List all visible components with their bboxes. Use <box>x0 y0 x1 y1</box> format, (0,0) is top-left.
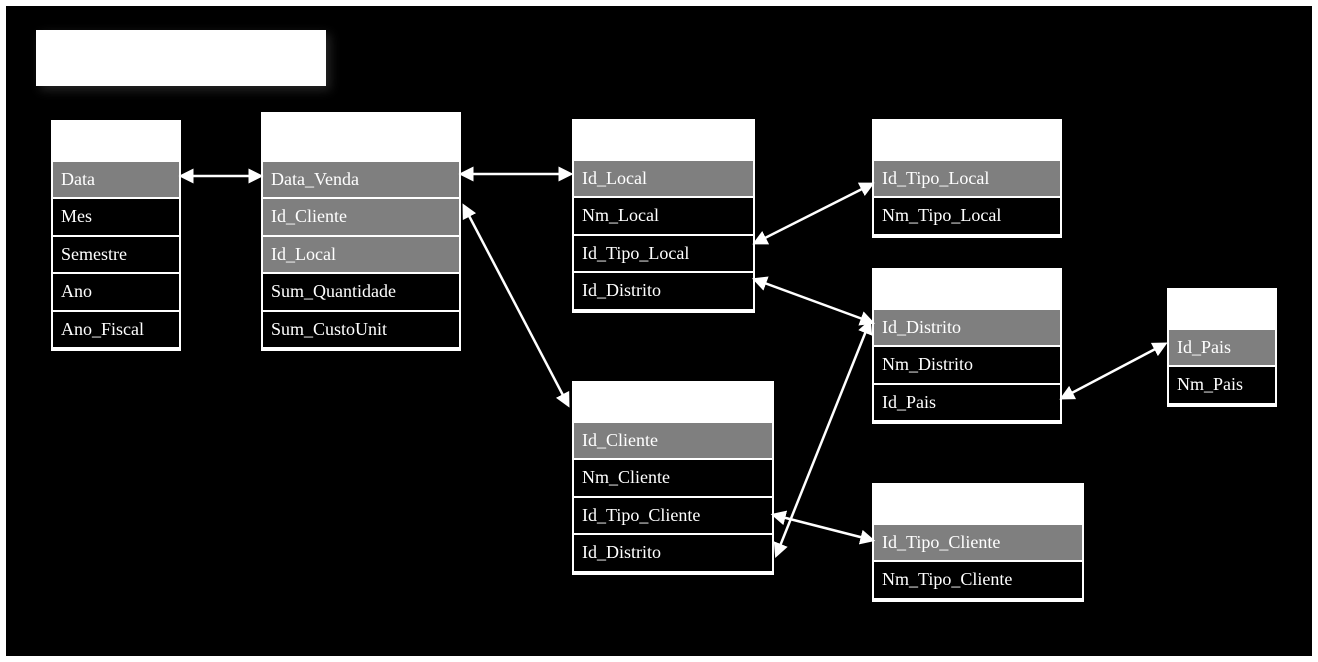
field: Nm_Tipo_Local <box>874 196 1060 235</box>
field: Data <box>53 160 179 199</box>
table-header <box>1169 290 1275 330</box>
relation-fact-cliente <box>466 210 566 401</box>
table-header <box>53 122 179 162</box>
field: Sum_CustoUnit <box>263 310 459 349</box>
field: Id_Tipo_Local <box>574 234 753 273</box>
field: Data_Venda <box>263 160 459 199</box>
field: Id_Tipo_Cliente <box>574 496 772 535</box>
field-label: Data_Venda <box>271 169 359 189</box>
field-label: Id_Cliente <box>582 430 658 450</box>
table-header <box>574 121 753 161</box>
field: Nm_Tipo_Cliente <box>874 560 1082 599</box>
table-tipolocal: Id_Tipo_Local Nm_Tipo_Local <box>872 119 1062 238</box>
field: Nm_Distrito <box>874 345 1060 384</box>
field-label: Nm_Tipo_Local <box>882 205 1001 225</box>
field-label: Sum_Quantidade <box>271 281 396 301</box>
field: Id_Distrito <box>874 308 1060 347</box>
field-label: Id_Distrito <box>882 317 961 337</box>
table-header <box>574 383 772 423</box>
relation-cliente-distrito <box>778 326 868 551</box>
relation-cliente-tipocliente <box>778 516 868 539</box>
field: Ano_Fiscal <box>53 310 179 349</box>
field-label: Ano <box>61 281 92 301</box>
field-label: Mes <box>61 206 92 226</box>
relation-local-distrito <box>759 281 868 321</box>
field-label: Nm_Distrito <box>882 354 973 374</box>
field-label: Id_Pais <box>882 392 936 412</box>
table-local: Id_Local Nm_Local Id_Tipo_Local Id_Distr… <box>572 119 755 313</box>
field: Id_Tipo_Cliente <box>874 523 1082 562</box>
table-calendar: Data Mes Semestre Ano Ano_Fiscal <box>51 120 181 351</box>
table-tipocliente: Id_Tipo_Cliente Nm_Tipo_Cliente <box>872 483 1084 602</box>
field-label: Id_Tipo_Local <box>582 243 689 263</box>
table-pais: Id_Pais Nm_Pais <box>1167 288 1277 407</box>
field: Id_Cliente <box>263 197 459 236</box>
field: Id_Cliente <box>574 421 772 460</box>
field-label: Id_Tipo_Local <box>882 168 989 188</box>
field-label: Id_Local <box>271 244 336 264</box>
field-label: Nm_Local <box>582 205 659 225</box>
field: Id_Pais <box>874 383 1060 422</box>
field-label: Id_Pais <box>1177 337 1231 357</box>
field-label: Nm_Cliente <box>582 467 670 487</box>
table-header <box>874 270 1060 310</box>
field: Id_Pais <box>1169 328 1275 367</box>
table-fact: Data_Venda Id_Cliente Id_Local Sum_Quant… <box>261 112 461 351</box>
relation-local-tipolocal <box>759 186 868 241</box>
field-label: Nm_Tipo_Cliente <box>882 569 1012 589</box>
field-label: Id_Tipo_Cliente <box>882 532 1000 552</box>
table-header <box>874 485 1082 525</box>
field-label: Sum_CustoUnit <box>271 319 387 339</box>
field-label: Id_Distrito <box>582 280 661 300</box>
field: Nm_Local <box>574 196 753 235</box>
field-label: Nm_Pais <box>1177 374 1243 394</box>
field: Semestre <box>53 235 179 274</box>
relation-distrito-pais <box>1066 346 1161 396</box>
field: Id_Local <box>574 159 753 198</box>
field: Nm_Pais <box>1169 365 1275 404</box>
table-header <box>263 114 459 162</box>
field: Mes <box>53 197 179 236</box>
title-box <box>36 30 326 86</box>
field: Sum_Quantidade <box>263 272 459 311</box>
field: Id_Distrito <box>574 271 753 310</box>
field-label: Ano_Fiscal <box>61 319 144 339</box>
diagram-frame: Data Mes Semestre Ano Ano_Fiscal Data_Ve… <box>0 0 1318 662</box>
field-label: Id_Local <box>582 168 647 188</box>
field: Nm_Cliente <box>574 458 772 497</box>
field: Id_Tipo_Local <box>874 159 1060 198</box>
field-label: Data <box>61 169 95 189</box>
table-header <box>874 121 1060 161</box>
field: Ano <box>53 272 179 311</box>
field: Id_Distrito <box>574 533 772 572</box>
field-label: Id_Tipo_Cliente <box>582 505 700 525</box>
table-cliente: Id_Cliente Nm_Cliente Id_Tipo_Cliente Id… <box>572 381 774 575</box>
field: Id_Local <box>263 235 459 274</box>
field-label: Id_Cliente <box>271 206 347 226</box>
table-distrito: Id_Distrito Nm_Distrito Id_Pais <box>872 268 1062 424</box>
field-label: Id_Distrito <box>582 542 661 562</box>
field-label: Semestre <box>61 244 127 264</box>
